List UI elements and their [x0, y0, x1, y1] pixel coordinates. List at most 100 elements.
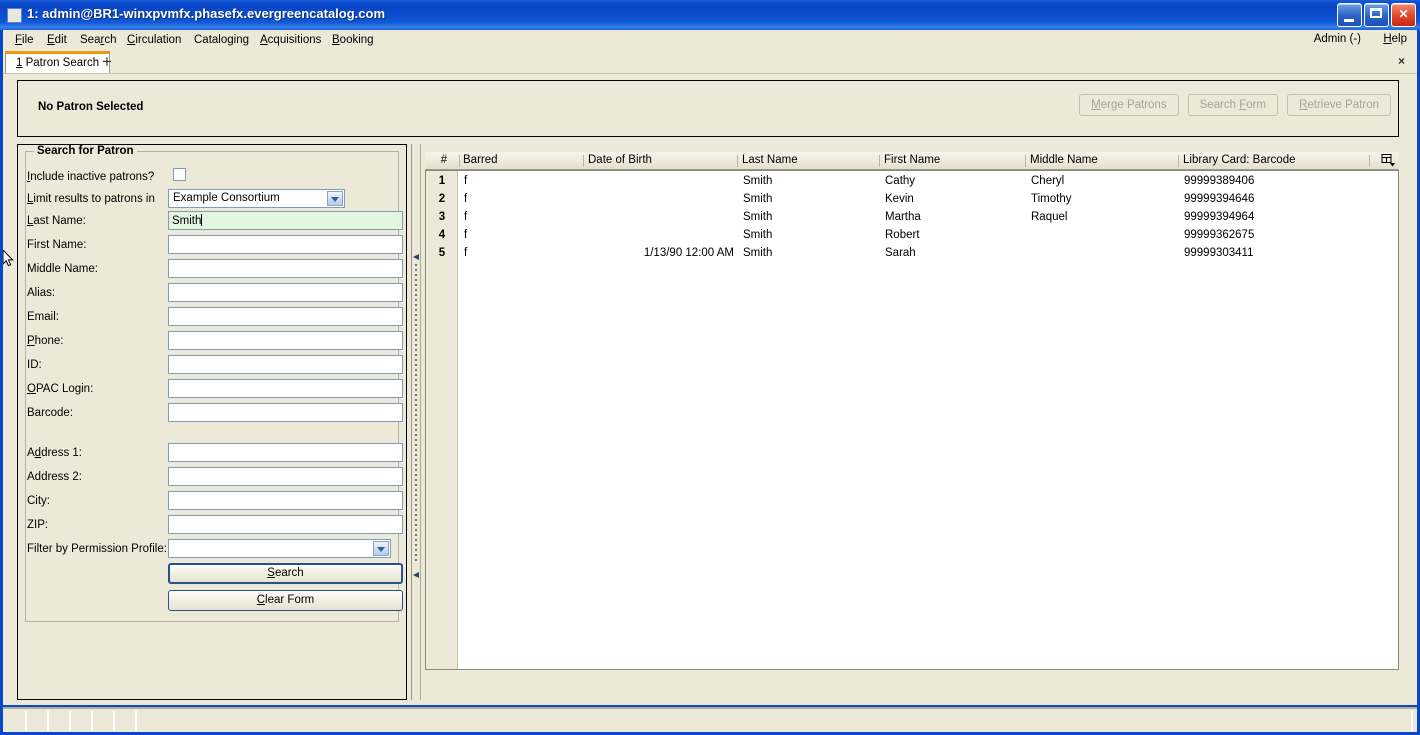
- zip-input[interactable]: [168, 515, 403, 534]
- org-unit-value: Example Consortium: [173, 192, 280, 204]
- minimize-button[interactable]: [1337, 3, 1362, 27]
- close-button[interactable]: ✕: [1391, 3, 1416, 27]
- menu-item-circulation[interactable]: Circulation: [123, 33, 185, 47]
- splitter-collapse-bottom-icon[interactable]: [413, 572, 420, 579]
- application-window: 1: admin@BR1-winxpvmfx.phasefx.evergreen…: [0, 0, 1420, 735]
- column-header-last-name[interactable]: Last Name: [742, 152, 798, 169]
- cell-last-name: Smith: [743, 193, 773, 205]
- menu-bar: File Edit Search Circulation Cataloging …: [3, 30, 1417, 50]
- zip-label: ZIP:: [27, 519, 49, 531]
- mouse-cursor: [2, 248, 15, 271]
- barcode-input[interactable]: [168, 403, 403, 422]
- status-segment: [27, 711, 49, 731]
- column-header-barred[interactable]: Barred: [463, 152, 498, 169]
- middle-name-input[interactable]: [168, 259, 403, 278]
- cell-barred: f: [464, 229, 468, 241]
- cell-first-name: Robert: [885, 229, 920, 241]
- cell-dob: [589, 227, 734, 245]
- column-header-dob[interactable]: Date of Birth: [588, 152, 652, 169]
- address-1-label: Address 1:: [27, 447, 82, 459]
- form-row-address-1: Address 1:: [18, 443, 403, 467]
- form-row-alias: Alias:: [18, 283, 403, 307]
- form-row-include-inactive: Include inactive patrons?: [18, 167, 392, 191]
- status-segment: [49, 711, 71, 731]
- new-tab-button[interactable]: +: [102, 53, 112, 70]
- address-2-input[interactable]: [168, 467, 403, 486]
- last-name-label: Last Name:: [27, 215, 86, 227]
- row-number: 3: [438, 211, 446, 223]
- menu-item-acquisitions[interactable]: Acquisitions: [256, 33, 325, 47]
- permission-profile-select[interactable]: [168, 539, 391, 558]
- clear-form-button[interactable]: Clear Form: [168, 590, 403, 611]
- cell-barcode: 99999389406: [1184, 175, 1255, 187]
- cell-barcode: 99999303411: [1184, 247, 1254, 259]
- email-input[interactable]: [168, 307, 403, 326]
- cell-first-name: Martha: [885, 211, 921, 223]
- status-bar: [3, 707, 1417, 732]
- panel-splitter[interactable]: [410, 144, 422, 700]
- tab-patron-search[interactable]: 1 Patron Search: [5, 51, 111, 73]
- first-name-input[interactable]: [168, 235, 403, 254]
- city-label: City:: [27, 495, 50, 507]
- results-header-row: # Barred Date of Birth Last Name First N…: [425, 152, 1399, 170]
- tab-strip: 1 Patron Search + ×: [3, 50, 1417, 73]
- cell-dob: [589, 173, 734, 191]
- menu-item-file[interactable]: File: [11, 33, 38, 47]
- retrieve-patron-button[interactable]: Retrieve Patron: [1287, 94, 1391, 116]
- cell-dob: [589, 191, 734, 209]
- cell-last-name: Smith: [743, 211, 773, 223]
- last-name-input[interactable]: Smith: [168, 211, 403, 230]
- menu-item-search[interactable]: Search: [76, 33, 120, 47]
- alias-label: Alias:: [27, 287, 56, 299]
- menu-item-edit[interactable]: Edit: [43, 33, 71, 47]
- column-header-first-name[interactable]: First Name: [884, 152, 940, 169]
- phone-input[interactable]: [168, 331, 403, 350]
- alias-input[interactable]: [168, 283, 403, 302]
- form-row-barcode: Barcode:: [18, 403, 403, 427]
- form-row-permission-profile: Filter by Permission Profile:: [18, 539, 392, 563]
- address-1-input[interactable]: [168, 443, 403, 462]
- close-icon: ✕: [1398, 7, 1409, 21]
- include-inactive-label: Include inactive patrons?: [27, 171, 155, 183]
- close-tab-button[interactable]: ×: [1398, 54, 1405, 68]
- splitter-grip[interactable]: [415, 264, 417, 564]
- email-label: Email:: [27, 311, 59, 323]
- window-title: 1: admin@BR1-winxpvmfx.phasefx.evergreen…: [27, 6, 386, 21]
- column-header-num[interactable]: #: [432, 152, 456, 169]
- id-input[interactable]: [168, 355, 403, 374]
- include-inactive-checkbox[interactable]: [173, 168, 186, 181]
- splitter-bar-left: [411, 144, 412, 700]
- form-row-phone: Phone:: [18, 331, 403, 355]
- city-input[interactable]: [168, 491, 403, 510]
- menu-item-admin[interactable]: Admin (-): [1314, 33, 1361, 45]
- column-picker-icon[interactable]: [1381, 153, 1397, 168]
- column-header-middle-name[interactable]: Middle Name: [1030, 152, 1098, 169]
- search-button[interactable]: Search: [168, 563, 403, 584]
- menu-item-help[interactable]: Help: [1383, 33, 1407, 45]
- maximize-button[interactable]: [1364, 3, 1389, 27]
- search-form-button[interactable]: Search Form: [1187, 94, 1279, 116]
- cell-barcode: 99999394964: [1184, 211, 1255, 223]
- cell-dob: 1/13/90 12:00 AM: [643, 247, 734, 259]
- cell-middle-name: Cheryl: [1031, 175, 1065, 187]
- cell-dob: [589, 209, 734, 227]
- splitter-collapse-top-icon[interactable]: [413, 254, 420, 261]
- cell-middle-name: Raquel: [1031, 211, 1068, 223]
- status-segment: [3, 711, 27, 731]
- cell-last-name: Smith: [743, 229, 773, 241]
- row-number: 2: [438, 193, 446, 205]
- org-unit-select[interactable]: Example Consortium: [168, 189, 345, 208]
- opac-login-input[interactable]: [168, 379, 403, 398]
- barcode-label: Barcode:: [27, 407, 74, 419]
- patron-status-label: No Patron Selected: [38, 101, 144, 113]
- merge-patrons-button[interactable]: Merge Patrons: [1079, 94, 1179, 116]
- minimize-icon: [1344, 19, 1354, 22]
- form-row-id: ID:: [18, 355, 403, 379]
- menu-item-booking[interactable]: Booking: [328, 33, 378, 47]
- chevron-down-icon: [327, 191, 343, 206]
- cell-last-name: Smith: [743, 175, 773, 187]
- menu-item-cataloging[interactable]: Cataloging: [190, 33, 253, 47]
- window-icon: [7, 8, 22, 23]
- column-header-barcode[interactable]: Library Card: Barcode: [1183, 152, 1296, 169]
- phone-label: Phone:: [27, 335, 64, 347]
